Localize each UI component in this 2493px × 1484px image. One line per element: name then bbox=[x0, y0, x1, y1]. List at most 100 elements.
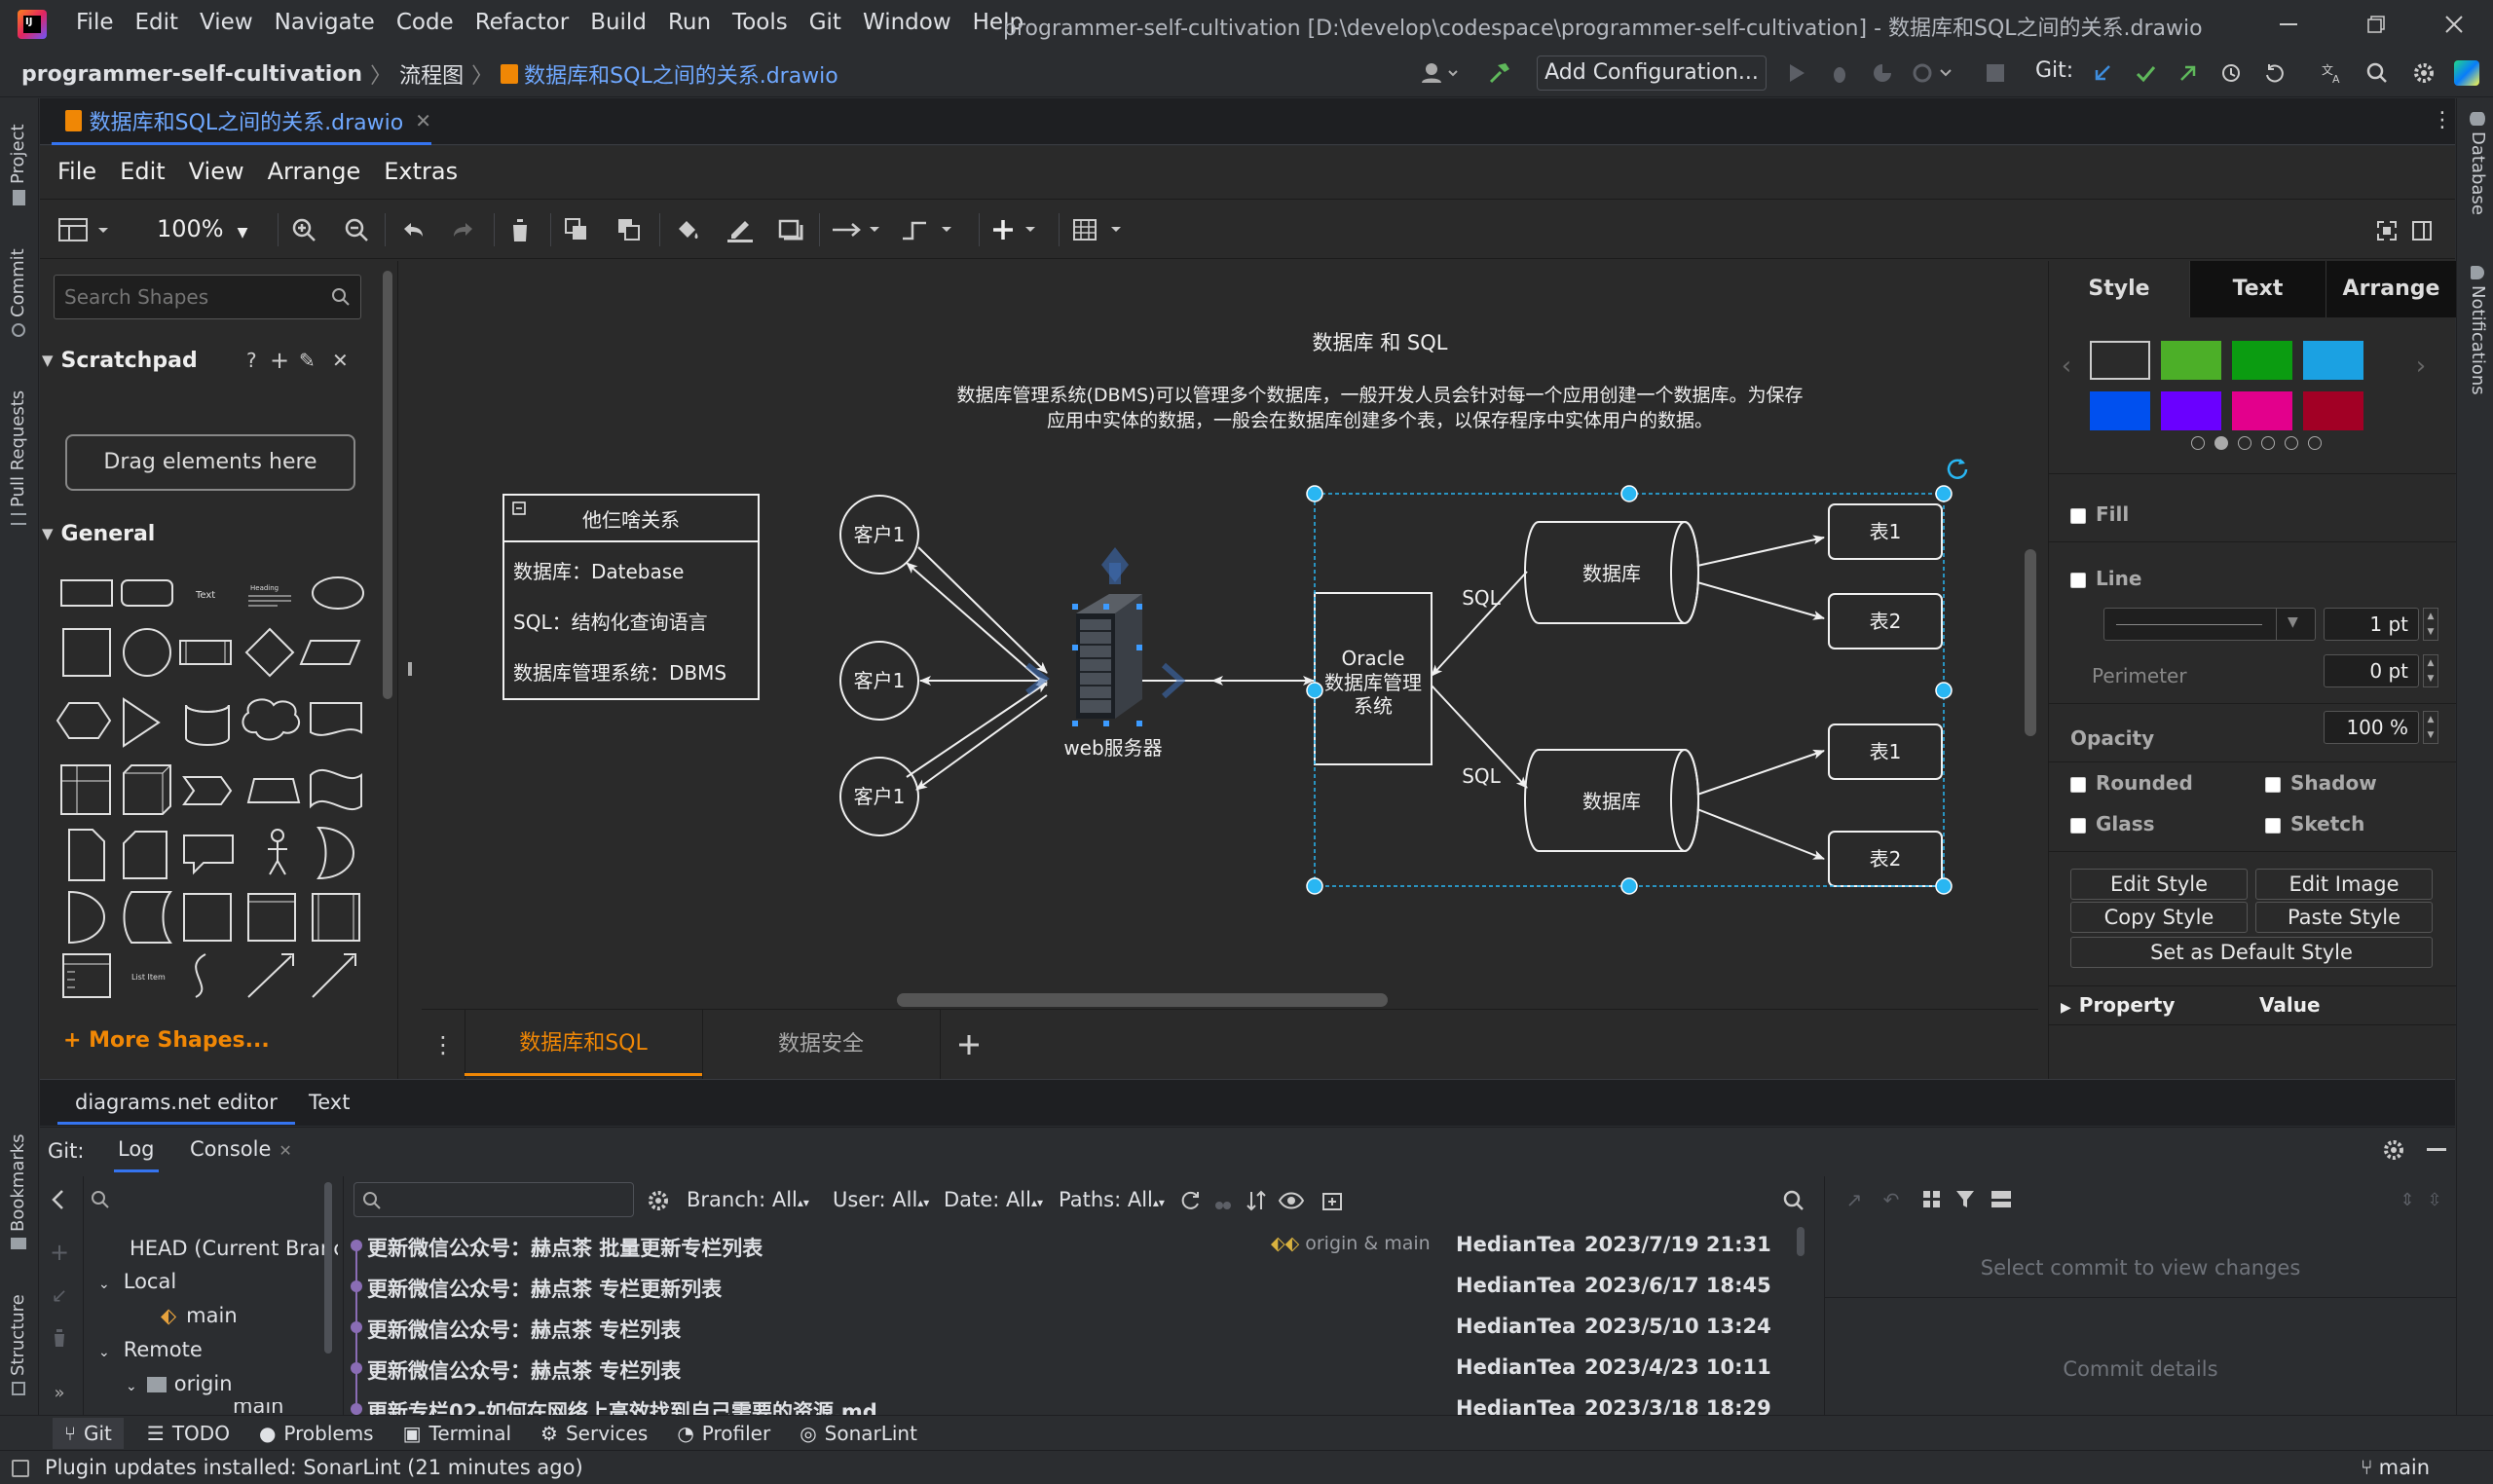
delete-icon[interactable] bbox=[505, 215, 535, 244]
new-tab-icon[interactable] bbox=[1320, 1188, 1345, 1213]
pager-dot[interactable] bbox=[2285, 436, 2298, 450]
debug-icon[interactable] bbox=[1827, 60, 1852, 86]
pull-requests-tool-button[interactable]: Pull Requests bbox=[8, 390, 28, 525]
sidebar-resize-handle[interactable] bbox=[408, 662, 412, 676]
git-update-icon[interactable] bbox=[2090, 60, 2115, 86]
branch-filter[interactable]: Branch: All▴▾ bbox=[687, 1188, 809, 1211]
table-node-2b[interactable]: 表2 bbox=[1828, 831, 1943, 887]
status-toggle-icon[interactable] bbox=[12, 1460, 29, 1477]
status-message[interactable]: Plugin updates installed: SonarLint (21 … bbox=[45, 1456, 583, 1479]
database-tool-button[interactable]: Database bbox=[2468, 112, 2488, 215]
commit-search-field[interactable] bbox=[353, 1182, 634, 1217]
git-tool-tab[interactable]: ⑂ Git bbox=[53, 1417, 124, 1449]
shape-palette[interactable]: Text Heading bbox=[54, 567, 398, 956]
search-shapes-field[interactable] bbox=[54, 275, 361, 319]
paste-style-button[interactable]: Paste Style bbox=[2255, 902, 2433, 933]
style-swatch[interactable] bbox=[2303, 391, 2363, 430]
page-tab-2[interactable]: 数据安全 bbox=[702, 1010, 940, 1080]
sidebar-scrollbar[interactable] bbox=[383, 271, 392, 699]
pages-menu-icon[interactable]: ⋮ bbox=[431, 1027, 455, 1062]
breadcrumb-project[interactable]: programmer-self-cultivation bbox=[21, 62, 362, 87]
branch-local-main[interactable]: ⬖ main bbox=[161, 1304, 238, 1327]
to-back-icon[interactable] bbox=[614, 215, 644, 244]
line-color-icon[interactable] bbox=[726, 215, 755, 244]
profile-icon[interactable] bbox=[1911, 60, 1955, 86]
canvas-horizontal-scrollbar[interactable] bbox=[897, 993, 1388, 1007]
copy-style-button[interactable]: Copy Style bbox=[2070, 902, 2248, 933]
property-header[interactable]: ▶ Property bbox=[2061, 993, 2175, 1017]
pager-dot[interactable] bbox=[2308, 436, 2322, 450]
scratchpad-drop-zone[interactable]: Drag elements here bbox=[65, 434, 355, 491]
user-filter[interactable]: User: All▴▾ bbox=[833, 1188, 929, 1211]
chevron-right-icon[interactable]: › bbox=[2411, 352, 2431, 381]
cherry-pick-icon[interactable] bbox=[1210, 1188, 1236, 1213]
opacity-stepper[interactable]: ▲ ▼ bbox=[2423, 711, 2438, 744]
style-swatch[interactable] bbox=[2232, 341, 2292, 380]
branch-local-node[interactable]: ⌄ Local bbox=[98, 1270, 176, 1293]
branch-origin-node[interactable]: ⌄ origin bbox=[126, 1372, 233, 1395]
sonarlint-tool-tab[interactable]: ◎ SonarLint bbox=[800, 1422, 917, 1445]
filter-icon[interactable] bbox=[1953, 1188, 1983, 1211]
branch-head[interactable]: HEAD (Current Branch) bbox=[130, 1237, 338, 1260]
breadcrumb-folder[interactable]: 流程图 bbox=[399, 58, 464, 90]
rounded-checkbox[interactable] bbox=[2070, 776, 2086, 793]
diff-icon[interactable]: ↗ bbox=[1842, 1188, 1866, 1211]
menu-git[interactable]: Git bbox=[809, 10, 841, 35]
sketch-checkbox[interactable] bbox=[2265, 817, 2281, 834]
update-branch-icon[interactable]: ↙ bbox=[48, 1283, 71, 1307]
pager-dot-active[interactable] bbox=[2214, 436, 2228, 450]
problems-tool-tab[interactable]: ● Problems bbox=[259, 1422, 374, 1445]
general-header[interactable]: ▼ General bbox=[40, 516, 398, 551]
rollback-icon[interactable] bbox=[2261, 60, 2287, 86]
branches-scrollbar[interactable] bbox=[324, 1182, 332, 1354]
line-width-stepper[interactable]: ▲ ▼ bbox=[2423, 608, 2438, 641]
pager-dot[interactable] bbox=[2261, 436, 2275, 450]
database-node-1[interactable]: 数据库 bbox=[1524, 521, 1699, 624]
notifications-tool-button[interactable]: Notifications bbox=[2468, 266, 2488, 395]
rounded-option[interactable]: Rounded bbox=[2070, 771, 2193, 795]
page-tab-1[interactable]: 数据库和SQL bbox=[465, 1010, 702, 1076]
waypoint-style-icon[interactable] bbox=[901, 215, 965, 244]
menu-edit[interactable]: Edit bbox=[135, 10, 179, 35]
style-swatch[interactable] bbox=[2090, 341, 2150, 380]
commit-row[interactable]: 更新微信公众号：赫点茶 专栏更新列表 HedianTea 2023/6/17 1… bbox=[346, 1266, 1806, 1307]
paths-filter[interactable]: Paths: All▴▾ bbox=[1059, 1188, 1165, 1211]
coverage-icon[interactable] bbox=[1870, 60, 1895, 86]
table-node-2a[interactable]: 表2 bbox=[1828, 593, 1943, 649]
fill-checkbox[interactable] bbox=[2070, 507, 2086, 524]
refresh-icon[interactable] bbox=[1177, 1188, 1203, 1213]
history-icon[interactable] bbox=[2218, 60, 2244, 86]
add-configuration-button[interactable]: Add Configuration... bbox=[1537, 56, 1767, 91]
more-tabs-icon[interactable]: ⋮ bbox=[2432, 108, 2453, 133]
expand-all-icon[interactable]: ⇕ bbox=[2396, 1188, 2419, 1211]
jetbrains-toolbox-icon[interactable] bbox=[2454, 60, 2479, 86]
more-shapes-button[interactable]: + More Shapes... bbox=[63, 1028, 270, 1053]
line-pattern-select[interactable]: ▼ bbox=[2103, 608, 2316, 641]
shadow-option[interactable]: Shadow bbox=[2265, 771, 2377, 795]
search-everywhere-icon[interactable] bbox=[2364, 60, 2390, 86]
menu-tools[interactable]: Tools bbox=[732, 10, 788, 35]
to-front-icon[interactable] bbox=[562, 215, 591, 244]
menu-run[interactable]: Run bbox=[668, 10, 711, 35]
layout-icon[interactable] bbox=[1987, 1188, 2016, 1211]
diagram-canvas[interactable]: 数据库 和 SQL 数据库管理系统(DBMS)可以管理多个数据库，一般开发人员会… bbox=[422, 261, 2038, 1009]
close-icon[interactable]: ✕ bbox=[279, 1141, 291, 1160]
legend-container[interactable]: 他仨啥关系 数据库：Datebase SQL：结构化查询语言 数据库管理系统：D… bbox=[502, 494, 760, 700]
menu-build[interactable]: Build bbox=[590, 10, 647, 35]
web-server-node[interactable]: web服务器 bbox=[1025, 547, 1186, 760]
menu-view[interactable]: View bbox=[200, 10, 253, 35]
client-node-3[interactable]: 客户1 bbox=[839, 757, 919, 836]
log-settings-icon[interactable] bbox=[646, 1188, 671, 1213]
fill-option[interactable]: Fill bbox=[2070, 502, 2129, 526]
edit-pencil-icon[interactable]: ✎ bbox=[299, 349, 316, 372]
toggle-format-icon[interactable] bbox=[2410, 219, 2434, 242]
edit-style-button[interactable]: Edit Style bbox=[2070, 869, 2248, 900]
zoom-out-icon[interactable] bbox=[342, 215, 371, 244]
build-hammer-icon[interactable] bbox=[1486, 60, 1513, 86]
search-log-icon[interactable] bbox=[1781, 1188, 1806, 1213]
style-swatch[interactable] bbox=[2161, 341, 2221, 380]
git-push-icon[interactable] bbox=[2176, 60, 2201, 86]
group-by-icon[interactable] bbox=[1920, 1188, 1944, 1211]
glass-option[interactable]: Glass bbox=[2070, 812, 2155, 835]
fill-color-icon[interactable] bbox=[673, 215, 702, 244]
